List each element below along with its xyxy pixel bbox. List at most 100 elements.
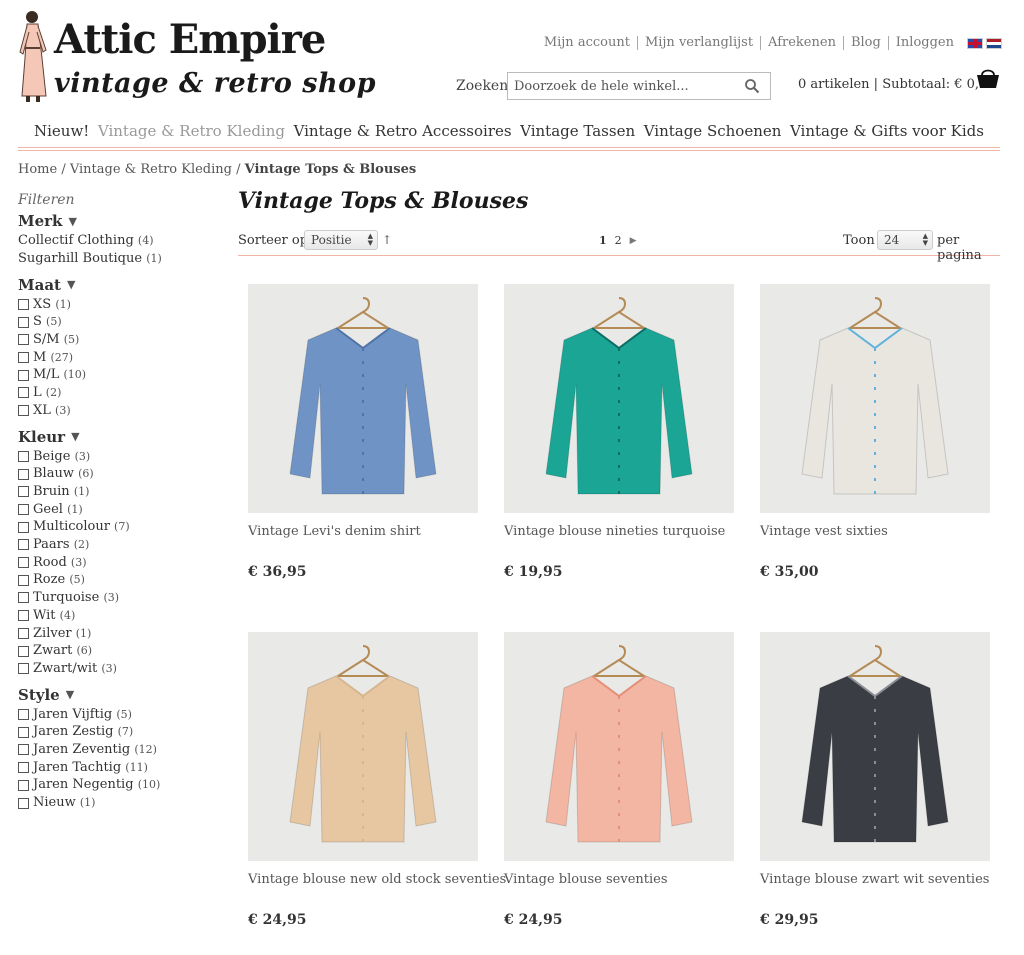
product-name[interactable]: Vintage blouse new old stock seventies xyxy=(248,872,506,887)
filter-group-title[interactable]: Merk ▼ xyxy=(18,212,218,230)
filter-option[interactable]: S (5) xyxy=(18,313,218,331)
nav-item-schoenen[interactable]: Vintage Schoenen xyxy=(644,116,782,147)
link-inloggen[interactable]: Inloggen xyxy=(887,36,961,50)
filter-group-title[interactable]: Style ▼ xyxy=(18,686,218,704)
per-page-select[interactable]: 24 ▲ ▼ xyxy=(877,230,933,250)
flag-uk-icon[interactable] xyxy=(967,37,983,49)
checkbox[interactable] xyxy=(18,762,29,774)
triangle-down-icon[interactable]: ▼ xyxy=(71,430,79,443)
product-card[interactable]: Vintage blouse seventies € 24,95 xyxy=(504,632,734,928)
product-card[interactable]: Vintage vest sixties € 35,00 xyxy=(760,284,990,580)
product-card[interactable]: Vintage Levi's denim shirt € 36,95 xyxy=(248,284,478,580)
product-image[interactable] xyxy=(760,284,990,513)
triangle-down-icon[interactable]: ▼ xyxy=(68,215,76,228)
sort-select[interactable]: Positie ▲ ▼ xyxy=(304,230,378,250)
filter-option[interactable]: Beige (3) xyxy=(18,448,218,466)
checkbox[interactable] xyxy=(18,521,29,533)
filter-option[interactable]: Jaren Tachtig (11) xyxy=(18,759,218,777)
nav-item-tassen[interactable]: Vintage Tassen xyxy=(520,116,635,147)
filter-option[interactable]: Sugarhill Boutique (1) xyxy=(18,250,218,268)
product-image[interactable] xyxy=(248,632,478,861)
filter-option[interactable]: Multicolour (7) xyxy=(18,518,218,536)
checkbox[interactable] xyxy=(18,503,29,515)
checkbox[interactable] xyxy=(18,726,29,738)
checkbox[interactable] xyxy=(18,744,29,756)
checkbox[interactable] xyxy=(18,663,29,675)
product-name[interactable]: Vintage blouse nineties turquoise xyxy=(504,524,734,539)
cart-summary[interactable]: 0 artikelen | Subtotaal: € 0,00 xyxy=(798,77,996,92)
checkbox[interactable] xyxy=(18,539,29,551)
checkbox[interactable] xyxy=(18,316,29,328)
product-name[interactable]: Vintage vest sixties xyxy=(760,524,990,539)
filter-option[interactable]: S/M (5) xyxy=(18,331,218,349)
site-logo[interactable]: Attic Empire vintage & retro shop xyxy=(16,8,376,108)
filter-option[interactable]: Roze (5) xyxy=(18,571,218,589)
checkbox[interactable] xyxy=(18,352,29,364)
checkbox[interactable] xyxy=(18,645,29,657)
filter-option[interactable]: Wit (4) xyxy=(18,607,218,625)
product-image[interactable] xyxy=(248,284,478,513)
checkbox[interactable] xyxy=(18,298,29,310)
checkbox[interactable] xyxy=(18,627,29,639)
breadcrumb-home[interactable]: Home xyxy=(18,162,57,177)
product-name[interactable]: Vintage Levi's denim shirt xyxy=(248,524,478,539)
filter-option[interactable]: Jaren Zeventig (12) xyxy=(18,741,218,759)
filter-option[interactable]: Nieuw (1) xyxy=(18,794,218,812)
search-input[interactable] xyxy=(508,78,733,94)
search-icon[interactable] xyxy=(744,78,760,94)
breadcrumb-parent[interactable]: Vintage & Retro Kleding xyxy=(70,162,232,177)
product-card[interactable]: Vintage blouse new old stock seventies € … xyxy=(248,632,506,928)
product-card[interactable]: Vintage blouse zwart wit seventies € 29,9… xyxy=(760,632,990,928)
checkbox[interactable] xyxy=(18,369,29,381)
product-card[interactable]: Vintage blouse nineties turquoise € 19,95 xyxy=(504,284,734,580)
next-page-icon[interactable]: ▶ xyxy=(630,236,637,246)
filter-option[interactable]: Zilver (1) xyxy=(18,625,218,643)
filter-option[interactable]: Geel (1) xyxy=(18,501,218,519)
filter-option[interactable]: Turquoise (3) xyxy=(18,589,218,607)
product-image[interactable] xyxy=(760,632,990,861)
sort-direction-arrow-icon[interactable]: ↑ xyxy=(382,233,392,247)
checkbox[interactable] xyxy=(18,405,29,417)
page-link-2[interactable]: 2 xyxy=(615,234,622,247)
product-image[interactable] xyxy=(504,284,734,513)
checkbox[interactable] xyxy=(18,779,29,791)
product-name[interactable]: Vintage blouse seventies xyxy=(504,872,734,887)
filter-option[interactable]: M (27) xyxy=(18,349,218,367)
checkbox[interactable] xyxy=(18,557,29,569)
checkbox[interactable] xyxy=(18,797,29,809)
link-blog[interactable]: Blog xyxy=(842,36,888,50)
filter-option[interactable]: XL (3) xyxy=(18,402,218,420)
nav-item-kids[interactable]: Vintage & Gifts voor Kids xyxy=(790,116,984,147)
nav-item-kleding[interactable]: Vintage & Retro Kleding xyxy=(98,116,285,147)
shopping-basket-icon[interactable] xyxy=(976,66,1000,90)
flag-nl-icon[interactable] xyxy=(986,37,1002,49)
filter-option[interactable]: L (2) xyxy=(18,384,218,402)
filter-option[interactable]: Blauw (6) xyxy=(18,465,218,483)
filter-option[interactable]: Bruin (1) xyxy=(18,483,218,501)
checkbox[interactable] xyxy=(18,592,29,604)
triangle-down-icon[interactable]: ▼ xyxy=(67,278,75,291)
checkbox[interactable] xyxy=(18,574,29,586)
checkbox[interactable] xyxy=(18,468,29,480)
filter-option[interactable]: Jaren Vijftig (5) xyxy=(18,706,218,724)
filter-option[interactable]: Jaren Negentig (10) xyxy=(18,776,218,794)
nav-item-accessoires[interactable]: Vintage & Retro Accessoires xyxy=(294,116,512,147)
filter-option[interactable]: Paars (2) xyxy=(18,536,218,554)
checkbox[interactable] xyxy=(18,486,29,498)
link-mijn-verlanglijst[interactable]: Mijn verlanglijst xyxy=(636,36,760,50)
filter-option[interactable]: Rood (3) xyxy=(18,554,218,572)
link-mijn-account[interactable]: Mijn account xyxy=(537,36,637,50)
checkbox[interactable] xyxy=(18,709,29,720)
filter-option[interactable]: Zwart/wit (3) xyxy=(18,660,218,678)
product-image[interactable] xyxy=(504,632,734,861)
filter-option[interactable]: Collectif Clothing (4) xyxy=(18,232,218,250)
link-afrekenen[interactable]: Afrekenen xyxy=(760,36,843,50)
filter-option[interactable]: XS (1) xyxy=(18,296,218,314)
nav-item-nieuw[interactable]: Nieuw! xyxy=(34,116,89,147)
checkbox[interactable] xyxy=(18,450,29,462)
filter-option[interactable]: M/L (10) xyxy=(18,366,218,384)
checkbox[interactable] xyxy=(18,610,29,622)
product-name[interactable]: Vintage blouse zwart wit seventies xyxy=(760,872,990,887)
triangle-down-icon[interactable]: ▼ xyxy=(66,688,74,701)
checkbox[interactable] xyxy=(18,387,29,399)
